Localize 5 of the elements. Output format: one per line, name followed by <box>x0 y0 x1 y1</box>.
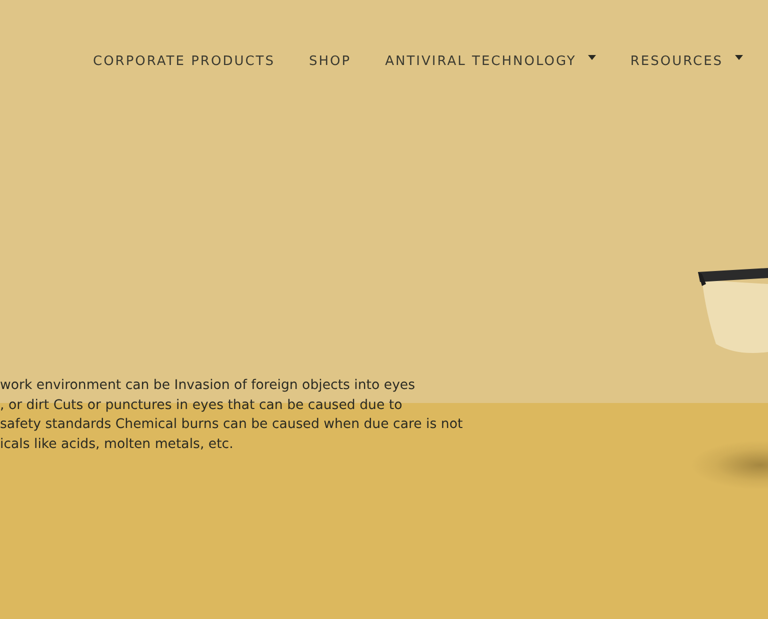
nav-link[interactable]: CORPORATE PRODUCTS <box>93 54 275 69</box>
nav-link[interactable]: ANTIVIRAL TECHNOLOGY <box>385 54 596 69</box>
body-paragraph: work environment can be Invasion of foreign objects into eyes , or dirt Cuts or punctures in eyes that can be caused due to safety standards Chemical burns can be caused when due care is not icals like acids, molten metals, etc. <box>0 377 463 454</box>
nav-link[interactable]: SHOP <box>309 54 352 69</box>
nav-link[interactable]: RESOURCES <box>630 54 744 69</box>
